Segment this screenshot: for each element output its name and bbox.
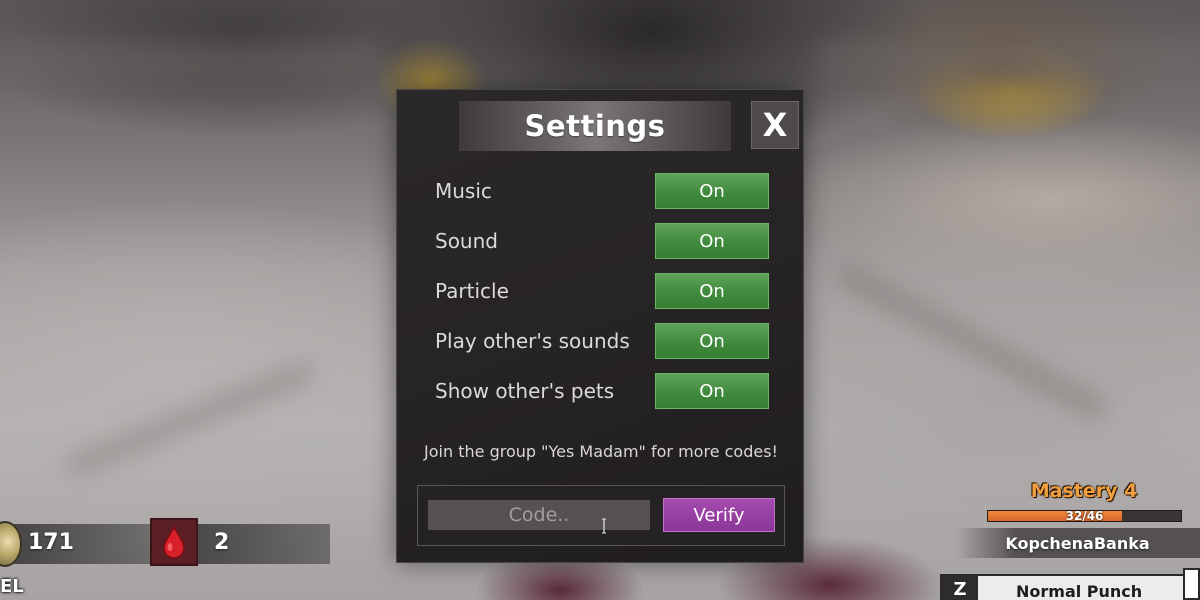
- toggle-music[interactable]: On: [655, 173, 769, 209]
- group-promo-text: Join the group "Yes Madam" for more code…: [424, 442, 778, 461]
- mastery-label: Mastery 4: [1030, 480, 1138, 502]
- skill-slot[interactable]: Z Normal Punch: [940, 574, 1185, 600]
- skill-keybind: Z: [942, 576, 978, 600]
- close-button[interactable]: X: [751, 101, 799, 149]
- setting-label-sound: Sound: [435, 229, 498, 253]
- toggle-other-pets[interactable]: On: [655, 373, 769, 409]
- setting-row-other-pets: Show other's pets On: [435, 373, 769, 409]
- setting-label-other-pets: Show other's pets: [435, 379, 615, 403]
- username-bar: KopchenaBanka: [955, 528, 1200, 558]
- toggle-other-sounds[interactable]: On: [655, 323, 769, 359]
- setting-label-particle: Particle: [435, 279, 509, 303]
- setting-row-music: Music On: [435, 173, 769, 209]
- skill-name: Normal Punch: [1016, 582, 1143, 600]
- close-icon: X: [762, 106, 788, 144]
- text-cursor-icon: [602, 518, 606, 534]
- settings-panel: Settings X Music On Sound On Particle On…: [396, 89, 804, 563]
- coin-bar: [0, 524, 150, 564]
- blood-item-slot: [150, 518, 198, 566]
- toggle-sound[interactable]: On: [655, 223, 769, 259]
- toggle-particle[interactable]: On: [655, 273, 769, 309]
- blood-count: 2: [214, 530, 230, 555]
- coin-count: 171: [28, 530, 74, 555]
- username: KopchenaBanka: [1005, 533, 1150, 553]
- setting-row-other-sounds: Play other's sounds On: [435, 323, 769, 359]
- skill-slot-next[interactable]: [1183, 568, 1200, 600]
- xp-text: 32/46: [1065, 509, 1104, 523]
- level-label: EL: [0, 576, 24, 597]
- settings-title: Settings: [524, 109, 666, 143]
- setting-label-other-sounds: Play other's sounds: [435, 329, 630, 353]
- setting-row-sound: Sound On: [435, 223, 769, 259]
- xp-bar: 32/46: [987, 509, 1182, 523]
- blood-drop-icon: [163, 525, 185, 559]
- settings-title-bar: Settings: [459, 101, 731, 151]
- setting-row-particle: Particle On: [435, 273, 769, 309]
- code-input[interactable]: [428, 500, 650, 530]
- setting-label-music: Music: [435, 179, 492, 203]
- verify-button[interactable]: Verify: [663, 498, 775, 532]
- code-redeem-box: Verify: [417, 485, 785, 546]
